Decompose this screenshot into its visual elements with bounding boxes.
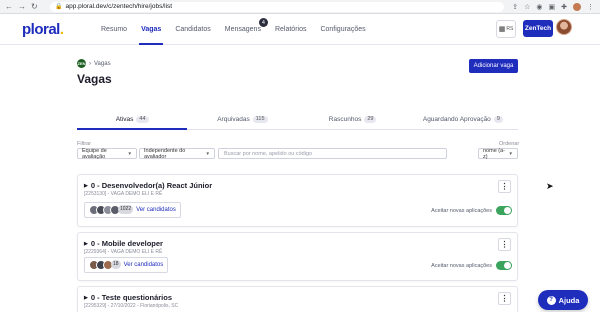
tab-arquivadas[interactable]: Arquivadas 115 bbox=[187, 110, 297, 129]
candidate-avatars: 18 bbox=[89, 260, 121, 270]
nav-candidatos[interactable]: Candidatos bbox=[168, 14, 217, 45]
grid-icon: ▦ bbox=[498, 26, 506, 33]
order-select[interactable]: nome (a-z) ▼ bbox=[478, 148, 518, 160]
view-candidates-link[interactable]: Ver candidatos bbox=[136, 207, 176, 213]
mouse-cursor-icon: ➤ bbox=[546, 181, 554, 191]
view-candidates-link[interactable]: Ver candidatos bbox=[124, 262, 164, 268]
evaluator-select[interactable]: Independente do avaliador ▼ bbox=[139, 148, 215, 160]
job-card: ▶ 0 - Desenvolvedor(a) React Júnior [2253… bbox=[77, 174, 518, 227]
job-status-tabs: Ativas 44 Arquivadas 115 Rascunhos 29 Aguar… bbox=[77, 110, 518, 130]
job-search-input[interactable]: Buscar por nome, apelido ou código bbox=[218, 148, 447, 159]
apps-grid-button[interactable]: ▦ RS bbox=[496, 20, 516, 38]
job-title[interactable]: ▶ 0 - Mobile developer bbox=[84, 239, 163, 248]
chevron-down-icon: ▼ bbox=[127, 151, 132, 156]
job-card: ▶ 0 - Mobile developer [2229364] - VAGA D… bbox=[77, 232, 518, 281]
chevron-right-icon: › bbox=[89, 60, 91, 67]
chevron-down-icon: ▼ bbox=[508, 151, 513, 156]
accept-applications: Aceitar novas aplicações bbox=[431, 261, 512, 270]
tab-aguardando-aprovacao[interactable]: Aguardando Aprovação 9 bbox=[408, 110, 518, 129]
puzzle-icon[interactable]: ✚ bbox=[561, 3, 567, 11]
company-icon[interactable]: ZEN bbox=[77, 59, 86, 68]
add-job-button[interactable]: Adicionar vaga bbox=[469, 59, 518, 73]
candidate-count: 1022 bbox=[118, 205, 134, 214]
lock-icon: 🔒 bbox=[55, 4, 63, 10]
order-label: Ordenar bbox=[499, 141, 520, 147]
nav-configuracoes[interactable]: Configurações bbox=[313, 14, 372, 45]
evaluation-team-select[interactable]: Equipe de avaliação ▼ bbox=[77, 148, 137, 160]
accept-applications-toggle[interactable] bbox=[496, 206, 512, 215]
accept-applications: Aceitar novas aplicações bbox=[431, 206, 512, 215]
company-switcher[interactable]: ZenTech bbox=[523, 20, 553, 37]
tab-rascunhos[interactable]: Rascunhos 29 bbox=[298, 110, 408, 129]
breadcrumb: ZEN › Vagas bbox=[77, 59, 111, 68]
more-options-icon[interactable]: ⋮ bbox=[498, 292, 511, 305]
browser-tools: ⇪ ☆ ◉ ▣ ✚ ⋮ bbox=[512, 2, 600, 11]
browser-nav: ← → ↻ bbox=[0, 2, 50, 11]
caret-right-icon: ▶ bbox=[84, 240, 88, 247]
caret-right-icon: ▶ bbox=[84, 294, 88, 301]
candidate-count: 18 bbox=[111, 260, 121, 269]
job-card: ▶ 0 - Teste questionários [2295329] - 27/… bbox=[77, 286, 518, 312]
caret-right-icon: ▶ bbox=[84, 182, 88, 189]
user-avatar[interactable] bbox=[556, 19, 572, 35]
reload-icon[interactable]: ↻ bbox=[31, 2, 38, 11]
view-candidates-button[interactable]: 18 Ver candidatos bbox=[84, 257, 169, 273]
job-subtitle: [2253130] - VAGA DEMO ELI E RÊ bbox=[84, 191, 163, 197]
camera-icon[interactable]: ◉ bbox=[536, 3, 542, 11]
browser-profile-avatar[interactable] bbox=[573, 2, 581, 11]
browser-toolbar: ← → ↻ 🔒 app.ploral.dev/c/zentech/hire/jo… bbox=[0, 0, 600, 14]
more-options-icon[interactable]: ⋮ bbox=[498, 238, 511, 251]
back-arrow-icon[interactable]: ← bbox=[5, 2, 13, 11]
help-button[interactable]: ? Ajuda bbox=[538, 290, 588, 310]
candidate-avatars: 1022 bbox=[89, 205, 134, 215]
job-title[interactable]: ▶ 0 - Teste questionários bbox=[84, 293, 172, 302]
chevron-down-icon: ▼ bbox=[205, 151, 210, 156]
nav-resumo[interactable]: Resumo bbox=[94, 14, 134, 45]
app-header: ploral. Resumo Vagas Candidatos Mensagen… bbox=[0, 14, 600, 45]
nav-relatorios[interactable]: Relatórios bbox=[268, 14, 314, 45]
main-nav: Resumo Vagas Candidatos Mensagens 4 Relat… bbox=[94, 14, 373, 45]
share-icon[interactable]: ⇪ bbox=[512, 3, 518, 11]
nav-mensagens[interactable]: Mensagens 4 bbox=[218, 14, 268, 45]
nav-vagas[interactable]: Vagas bbox=[134, 14, 168, 45]
page-title: Vagas bbox=[77, 72, 112, 86]
star-icon[interactable]: ☆ bbox=[524, 3, 530, 11]
forward-arrow-icon[interactable]: → bbox=[18, 2, 26, 11]
filter-label: Filtrar bbox=[77, 141, 92, 147]
messages-badge: 4 bbox=[258, 18, 268, 27]
extension-icon[interactable]: ▣ bbox=[549, 3, 556, 11]
job-subtitle: [2229364] - VAGA DEMO ELI E RÊ bbox=[84, 249, 163, 255]
ploral-logo[interactable]: ploral. bbox=[22, 21, 64, 38]
breadcrumb-current: Vagas bbox=[94, 60, 111, 67]
address-bar[interactable]: 🔒 app.ploral.dev/c/zentech/hire/jobs/lis… bbox=[50, 1, 505, 12]
accept-applications-toggle[interactable] bbox=[496, 261, 512, 270]
question-icon: ? bbox=[546, 295, 556, 305]
url-text: app.ploral.dev/c/zentech/hire/jobs/list bbox=[65, 3, 173, 10]
browser-menu-icon[interactable]: ⋮ bbox=[587, 3, 594, 11]
tab-ativas[interactable]: Ativas 44 bbox=[77, 110, 188, 130]
job-title[interactable]: ▶ 0 - Desenvolvedor(a) React Júnior bbox=[84, 181, 212, 190]
job-subtitle: [2295329] - 27/10/2022 - Florianópolis, … bbox=[84, 303, 179, 309]
more-options-icon[interactable]: ⋮ bbox=[498, 180, 511, 193]
view-candidates-button[interactable]: 1022 Ver candidatos bbox=[84, 202, 181, 218]
